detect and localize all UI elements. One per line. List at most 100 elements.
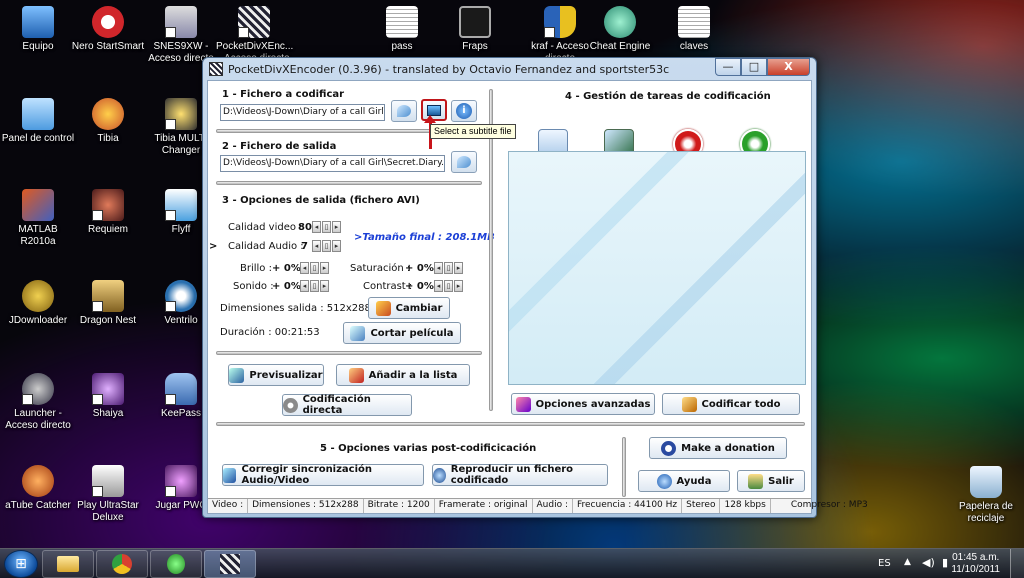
codificacion-directa-button[interactable]: Codificación directa (282, 394, 412, 416)
cambiar-label: Cambiar (395, 302, 443, 314)
contrast-stepper[interactable]: ◂ ▯ ▸ (434, 280, 463, 292)
gears-icon (283, 397, 298, 413)
desktop-icon-label: Launcher - Acceso directo (5, 408, 71, 431)
cambiar-button[interactable]: Cambiar (368, 297, 450, 319)
system-tray: ES ▲ ◀) ▮ 01:45 a.m. 11/10/2011 (864, 549, 1024, 578)
clock[interactable]: 01:45 a.m. 11/10/2011 (951, 552, 1000, 576)
donation-label: Make a donation (681, 442, 775, 454)
cortar-label: Cortar película (370, 327, 454, 339)
show-hidden-icons[interactable]: ▲ (904, 557, 911, 567)
maximize-button[interactable]: □ (741, 58, 767, 76)
tibia-icon (92, 98, 124, 130)
tamano-final-label: >Tamaño final : 208.1MB (354, 232, 495, 243)
settings-icon (515, 396, 531, 412)
dragon-nest-icon (92, 280, 124, 312)
desktop-icon-nero[interactable]: Nero StartSmart (70, 6, 146, 53)
desktop-icon-requiem[interactable]: Requiem (70, 189, 146, 236)
desktop-icon-fraps[interactable]: Fraps (437, 6, 513, 53)
desktop-icon-shaiya[interactable]: Shaiya (70, 373, 146, 420)
desktop-icon-jdownloader[interactable]: JDownloader (0, 280, 76, 327)
opciones-avanzadas-button[interactable]: Opciones avanzadas (511, 393, 655, 415)
status-kbps: 128 kbps (720, 499, 771, 513)
desktop-icon-cheat-engine[interactable]: Cheat Engine (582, 6, 658, 53)
taskbar-pocketdivx[interactable] (204, 550, 256, 578)
desktop-icon-atube[interactable]: aTube Catcher (0, 465, 76, 512)
output-file-field[interactable]: D:\Videos\J-Down\Diary of a call Girl\Se… (220, 155, 445, 172)
status-video: Video : (208, 499, 249, 513)
requiem-icon (92, 189, 124, 221)
saturacion-stepper[interactable]: ◂ ▯ ▸ (434, 262, 463, 274)
section4-title: 4 - Gestión de tareas de codificación (565, 91, 771, 102)
computer-icon (22, 6, 54, 38)
browse-output-button[interactable] (451, 151, 477, 173)
desktop-icon-panel[interactable]: Panel de control (0, 98, 76, 145)
sync-icon (223, 467, 237, 483)
network-icon[interactable]: ▮ (942, 556, 948, 569)
desktop-icon-dragon-nest[interactable]: Dragon Nest (70, 280, 146, 327)
text-file-icon (386, 6, 418, 38)
opciones-avanzadas-label: Opciones avanzadas (535, 398, 651, 410)
section1-title: 1 - Fichero a codificar (222, 89, 345, 100)
desktop-icon-label: Panel de control (1, 133, 75, 144)
close-button[interactable]: X (767, 58, 810, 76)
codificar-todo-label: Codificar todo (701, 398, 781, 410)
calidad-video-stepper[interactable]: ◂ ▯ ▸ (312, 221, 341, 233)
donation-button[interactable]: Make a donation (649, 437, 787, 459)
desktop-icon-ultrastar[interactable]: Play UltraStar Deluxe (70, 465, 146, 524)
calidad-audio-value: 7 (301, 241, 308, 252)
desktop-icon-label: aTube Catcher (5, 500, 71, 511)
task-list-area[interactable] (508, 151, 806, 385)
input-file-field[interactable]: D:\Videos\J-Down\Diary of a call Girl\Se… (220, 104, 385, 121)
desktop-icon-label: Shaiya (92, 408, 124, 419)
desktop-icon-equipo[interactable]: Equipo (0, 6, 76, 53)
desktop-icon-label: Tibia (97, 133, 119, 144)
desktop-icon-label: claves (679, 41, 709, 52)
desktop-icon-label: pass (391, 41, 413, 52)
donation-icon (661, 440, 677, 456)
taskbar-explorer[interactable] (42, 550, 94, 578)
cortar-pelicula-button[interactable]: Cortar película (343, 322, 461, 344)
clock-date: 11/10/2011 (951, 564, 1000, 575)
reproducir-button[interactable]: Reproducir un fichero codificado (432, 464, 608, 486)
snes-icon (165, 6, 197, 38)
salir-button[interactable]: Salir (737, 470, 805, 492)
status-dimensiones: Dimensiones : 512x288 (248, 499, 364, 513)
desktop-icon-recycle-bin[interactable]: Papelera de reciclaje (948, 466, 1024, 525)
info-button[interactable]: i (451, 100, 477, 122)
brillo-stepper[interactable]: ◂ ▯ ▸ (300, 262, 329, 274)
corregir-sync-button[interactable]: Corregir sincronización Audio/Video (222, 464, 424, 486)
ayuda-button[interactable]: Ayuda (638, 470, 730, 492)
saturacion-label: Saturación : (350, 263, 411, 274)
desktop-icon-claves[interactable]: claves (656, 6, 732, 53)
sonido-value: + 0% (272, 281, 301, 292)
taskbar-messenger[interactable] (150, 550, 202, 578)
side-marker: > (209, 241, 218, 252)
desktop-icon-matlab[interactable]: MATLAB R2010a (0, 189, 76, 248)
desktop-icon-label: Dragon Nest (79, 315, 137, 326)
section-divider (216, 422, 805, 426)
codificar-todo-button[interactable]: Codificar todo (662, 393, 800, 415)
brillo-label: Brillo : (240, 263, 272, 274)
desktop-icon-launcher[interactable]: Launcher - Acceso directo (0, 373, 76, 432)
desktop-icon-pass[interactable]: pass (364, 6, 440, 53)
start-button[interactable]: ⊞ (4, 550, 38, 578)
shaiya-icon (92, 373, 124, 405)
desktop-icon-label: Equipo (22, 41, 54, 52)
messenger-icon (167, 554, 185, 574)
dimensiones-label: Dimensiones salida : 512x288 (220, 303, 371, 314)
language-indicator[interactable]: ES (878, 558, 891, 569)
tibia-changer-icon (165, 98, 197, 130)
previsualizar-button[interactable]: Previsualizar (228, 364, 324, 386)
anadir-lista-button[interactable]: Añadir a la lista (336, 364, 470, 386)
desktop-icon-tibia[interactable]: Tibia (70, 98, 146, 145)
minimize-button[interactable]: — (715, 58, 741, 76)
desktop-icon-label: MATLAB R2010a (18, 224, 58, 247)
cheat-engine-icon (604, 6, 636, 38)
sonido-stepper[interactable]: ◂ ▯ ▸ (300, 280, 329, 292)
browse-input-button[interactable] (391, 100, 417, 122)
volume-icon[interactable]: ◀) (922, 556, 935, 569)
show-desktop-button[interactable] (1010, 549, 1024, 578)
calidad-audio-stepper[interactable]: ◂ ▯ ▸ (312, 240, 341, 252)
nero-icon (92, 6, 124, 38)
taskbar-chrome[interactable] (96, 550, 148, 578)
